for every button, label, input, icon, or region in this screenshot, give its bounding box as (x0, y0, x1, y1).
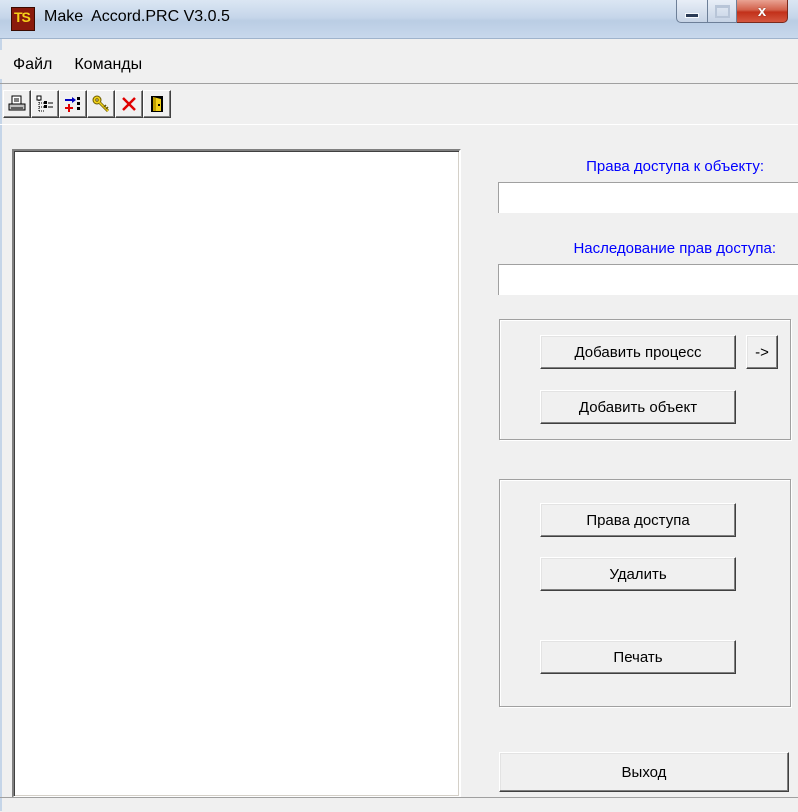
access-rights-button[interactable]: Права доступа (540, 503, 736, 537)
exit-door-icon (151, 96, 163, 112)
print-entry-button[interactable]: Печать (540, 640, 736, 674)
add-process-button[interactable]: Добавить процесс (540, 335, 736, 369)
minimize-button[interactable] (676, 0, 708, 23)
exit-button[interactable] (143, 90, 171, 118)
menu-bar: Файл Команды (0, 50, 798, 79)
arrow-button[interactable]: -> (746, 335, 778, 369)
print-icon (8, 95, 26, 111)
tree-button[interactable] (31, 90, 59, 118)
print-button[interactable] (3, 90, 31, 118)
delete-entry-button[interactable]: Удалить (540, 557, 736, 591)
delete-button[interactable] (115, 90, 143, 118)
add-object-button[interactable]: Добавить объект (540, 390, 736, 424)
title-bar[interactable]: TS Make Accord.PRC V3.0.5 x (0, 0, 798, 39)
menu-commands[interactable]: Команды (63, 56, 153, 74)
access-rights-field[interactable] (498, 182, 798, 213)
window-frame (0, 38, 2, 811)
minimize-icon (685, 12, 699, 18)
add-icon (65, 97, 80, 112)
close-button[interactable]: x (737, 0, 788, 23)
toolbar (0, 83, 798, 125)
key-icon (92, 95, 110, 113)
window-title: Make Accord.PRC V3.0.5 (44, 8, 230, 25)
maximize-button[interactable] (708, 0, 737, 23)
access-rights-label: Права доступа к объекту: (586, 158, 764, 175)
exit-app-button[interactable]: Выход (499, 752, 789, 792)
add-button[interactable] (59, 90, 87, 118)
delete-icon (122, 97, 136, 111)
key-button[interactable] (87, 90, 115, 118)
menu-file[interactable]: Файл (0, 56, 63, 74)
app-icon-text: TS (14, 9, 31, 25)
maximize-icon (714, 4, 730, 18)
close-icon: x (757, 2, 767, 20)
status-bar (0, 797, 798, 812)
app-icon[interactable]: TS (11, 7, 35, 31)
tree-icon (36, 95, 53, 112)
inheritance-label: Наследование прав доступа: (573, 240, 776, 257)
inheritance-field[interactable] (498, 264, 798, 295)
object-tree[interactable] (12, 149, 461, 798)
window-controls: x (676, 0, 788, 24)
